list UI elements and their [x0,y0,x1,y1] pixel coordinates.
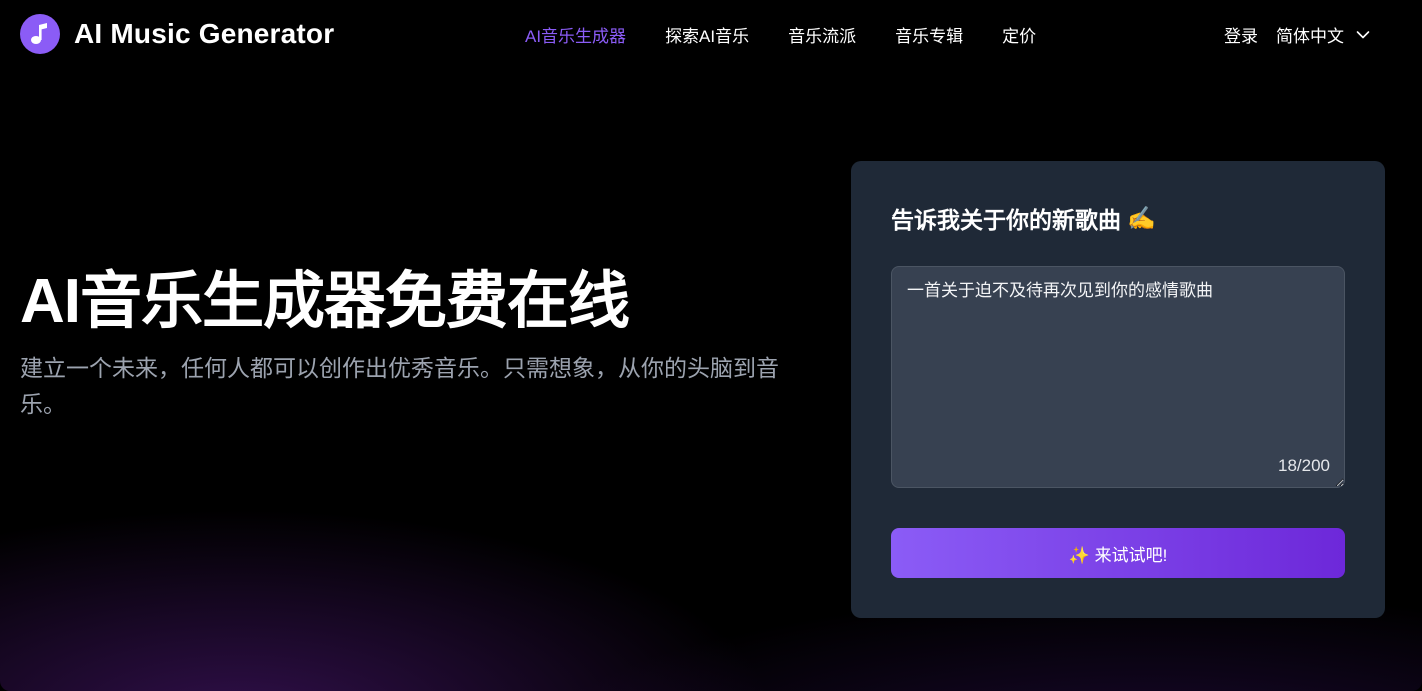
header-actions: 登录 简体中文 [1224,22,1370,47]
nav-pricing[interactable]: 定价 [1002,22,1036,47]
card-title-text: 告诉我关于你的新歌曲 [891,207,1121,233]
nav-explore-ai-music[interactable]: 探索AI音乐 [665,22,749,47]
prompt-field-wrapper: 一首关于迫不及待再次见到你的感情歌曲 18/200 [891,266,1345,488]
song-prompt-card: 告诉我关于你的新歌曲 ✍️ 一首关于迫不及待再次见到你的感情歌曲 18/200 … [851,161,1385,618]
app-name: AI Music Generator [74,18,335,49]
chevron-down-icon [1356,25,1370,45]
hero-subtitle: 建立一个未来，任何人都可以创作出优秀音乐。只需想象，从你的头脑到音乐。 [20,355,779,417]
music-note-icon [20,14,60,54]
writing-hand-icon: ✍️ [1127,204,1156,231]
nav-ai-music-generator[interactable]: AI音乐生成器 [525,22,626,47]
logo-link[interactable]: AI Music Generator [20,14,334,54]
nav-music-genres[interactable]: 音乐流派 [788,22,856,47]
page: AI Music Generator AI音乐生成器 探索AI音乐 音乐流派 音… [0,0,1422,691]
nav-music-albums[interactable]: 音乐专辑 [895,22,963,47]
site-header: AI Music Generator AI音乐生成器 探索AI音乐 音乐流派 音… [0,0,1422,68]
hero-title: AI音乐生成器免费在线 [20,267,630,336]
try-it-button[interactable]: ✨ 来试试吧! [891,528,1345,578]
language-label: 简体中文 [1276,27,1344,46]
card-title: 告诉我关于你的新歌曲 ✍️ [891,201,1156,235]
login-link[interactable]: 登录 [1224,22,1258,47]
main-nav: AI音乐生成器 探索AI音乐 音乐流派 音乐专辑 定价 [525,22,1036,47]
song-prompt-textarea[interactable]: 一首关于迫不及待再次见到你的感情歌曲 [891,266,1345,488]
char-count: 18/200 [1278,456,1330,475]
language-selector[interactable]: 简体中文 [1276,22,1370,47]
